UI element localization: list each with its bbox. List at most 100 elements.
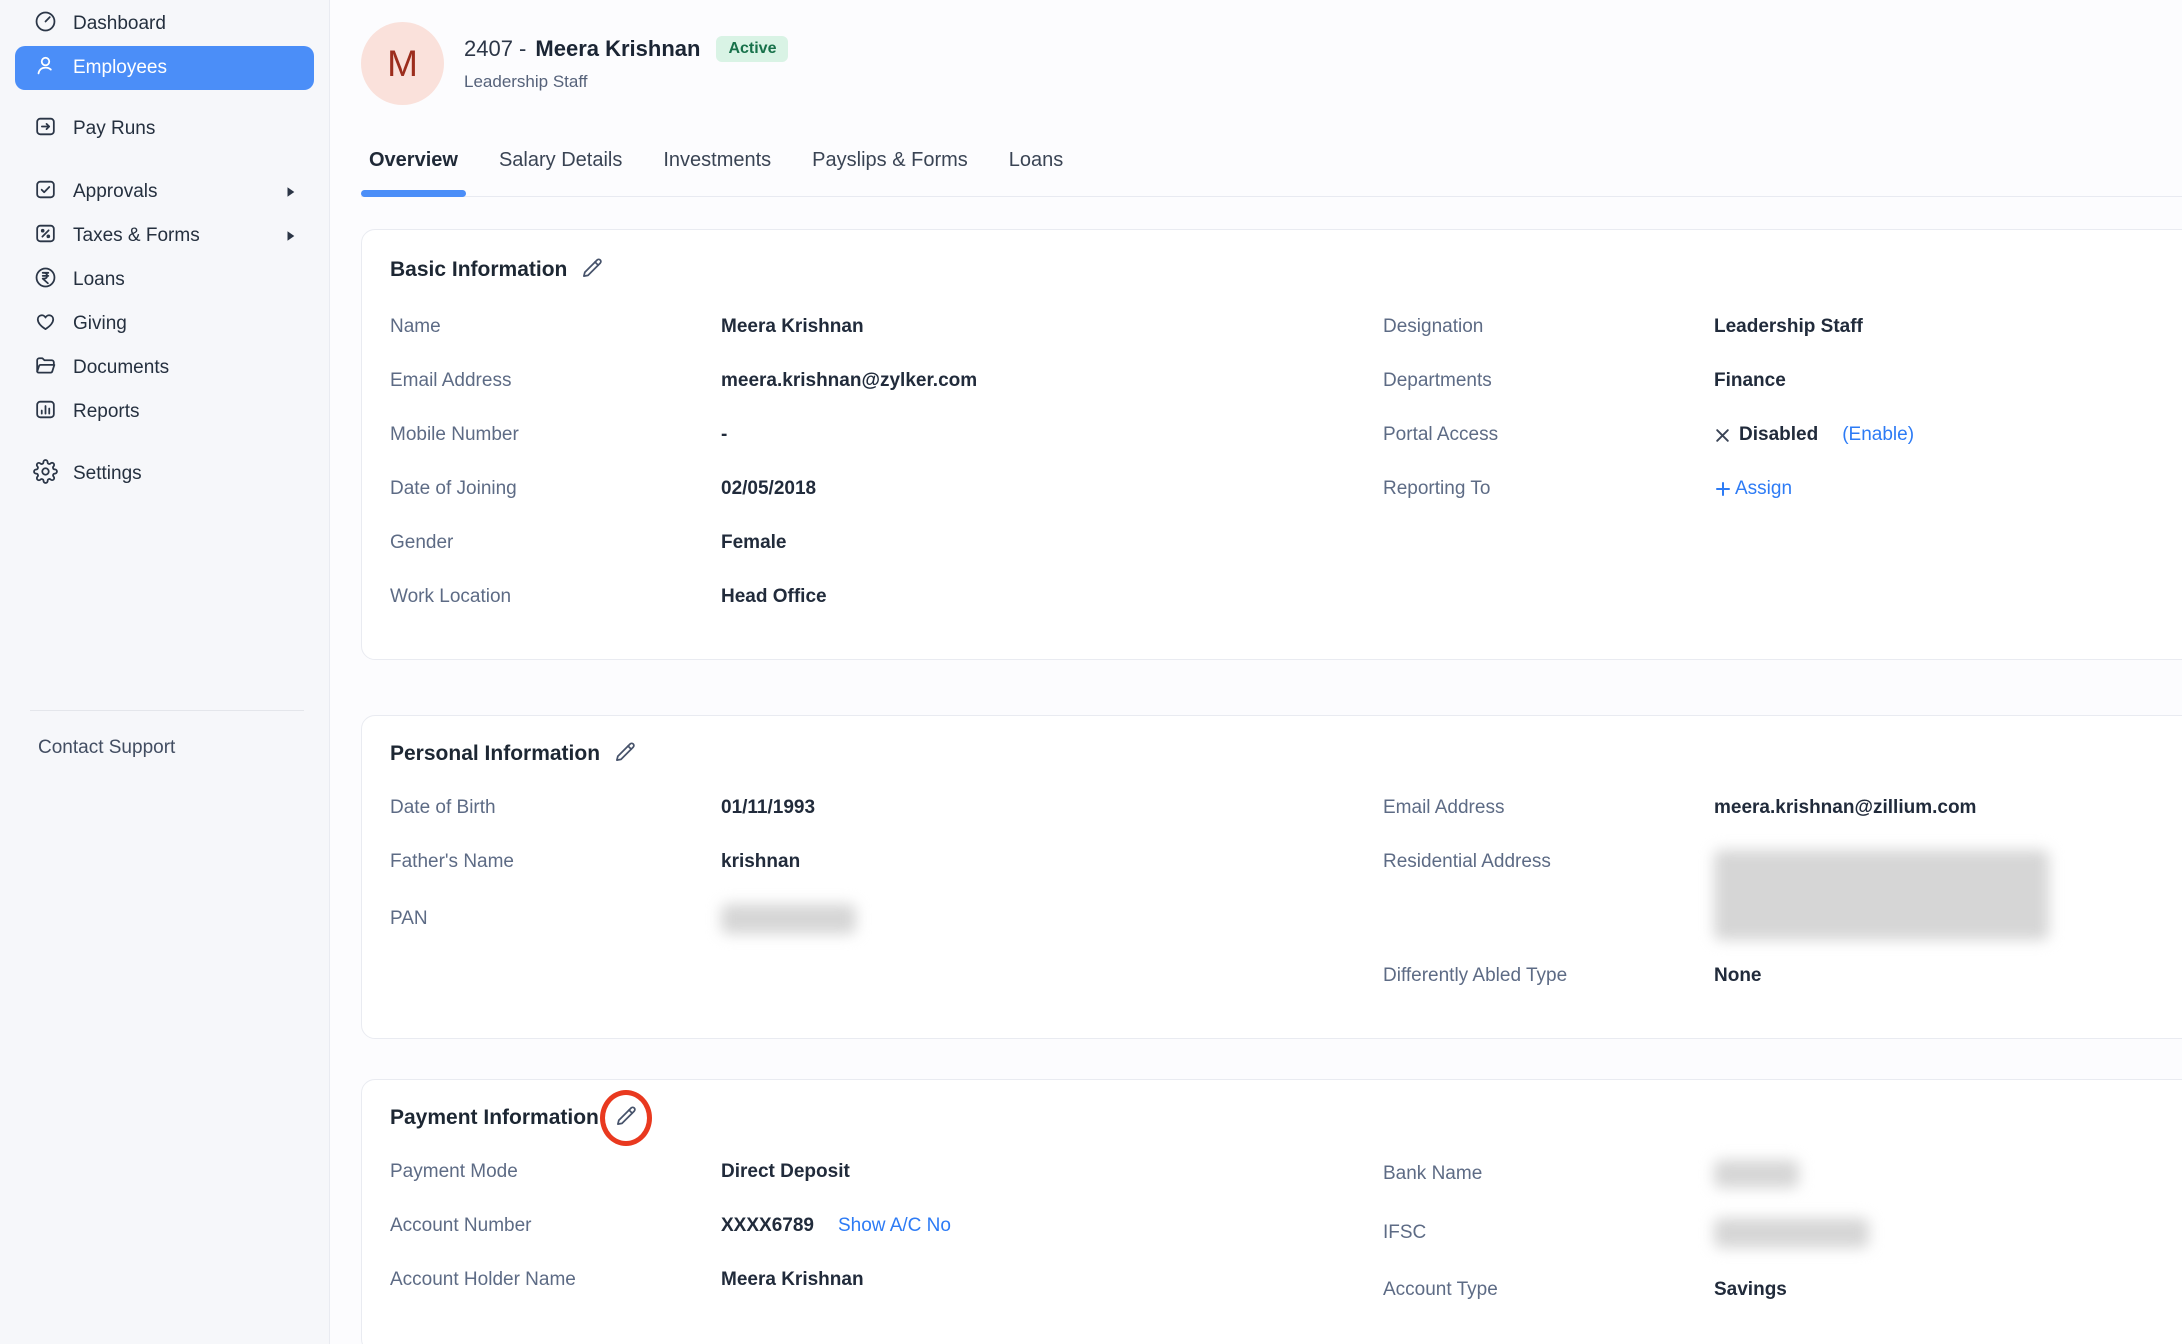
field-row-name: Name Meera Krishnan — [390, 315, 1383, 339]
giving-icon — [33, 309, 58, 340]
documents-icon — [33, 353, 58, 384]
field-value-date-of-joining: 02/05/2018 — [721, 477, 816, 501]
field-label: IFSC — [1383, 1221, 1714, 1245]
field-row-differently-abled: Differently Abled Type None — [1383, 964, 2182, 988]
field-label: Departments — [1383, 369, 1714, 393]
field-value-departments: Finance — [1714, 369, 1786, 393]
card-title: Personal Information — [390, 742, 600, 766]
employees-icon — [33, 53, 58, 84]
field-row-email: Email Address meera.krishnan@zylker.com — [390, 369, 1383, 393]
sidebar-item-dashboard[interactable]: Dashboard — [15, 2, 314, 46]
field-label: Differently Abled Type — [1383, 964, 1714, 988]
sidebar-item-label: Reports — [73, 401, 140, 423]
field-label: Designation — [1383, 315, 1714, 339]
sidebar-item-taxes-forms[interactable]: Taxes & Forms — [15, 214, 314, 258]
field-row-designation: Designation Leadership Staff — [1383, 315, 2182, 339]
field-label: Email Address — [390, 369, 721, 393]
field-value-gender: Female — [721, 531, 786, 555]
tab-salary-details[interactable]: Salary Details — [491, 149, 630, 196]
show-account-number-link[interactable]: Show A/C No — [838, 1214, 951, 1238]
tab-investments[interactable]: Investments — [655, 149, 779, 196]
edit-basic-information-button[interactable] — [579, 257, 605, 283]
sidebar-item-giving[interactable]: Giving — [15, 302, 314, 346]
field-value-name: Meera Krishnan — [721, 315, 864, 339]
edit-payment-information-button[interactable] — [613, 1105, 639, 1131]
field-label: Gender — [390, 531, 721, 555]
sidebar-item-employees[interactable]: Employees — [15, 46, 314, 90]
redacted-bank-name-value — [1714, 1160, 1799, 1188]
field-value-date-of-birth: 01/11/1993 — [721, 796, 815, 820]
contact-support-link[interactable]: Contact Support — [15, 737, 314, 759]
field-label: PAN — [390, 907, 721, 931]
field-value-fathers-name: krishnan — [721, 850, 800, 874]
field-label: Date of Birth — [390, 796, 721, 820]
field-row-account-type: Account Type Savings — [1383, 1278, 2182, 1302]
card-title: Basic Information — [390, 258, 567, 282]
field-label: Name — [390, 315, 721, 339]
field-row-gender: Gender Female — [390, 531, 1383, 555]
settings-icon — [33, 459, 58, 490]
assign-reporting-to-link[interactable]: Assign — [1735, 477, 1792, 501]
field-row-reporting-to: Reporting To Assign — [1383, 477, 2182, 501]
sidebar-item-loans[interactable]: Loans — [15, 258, 314, 302]
field-value-portal-access: Disabled (Enable) — [1714, 423, 1914, 447]
plus-icon — [1714, 480, 1732, 498]
avatar: M — [361, 22, 444, 105]
field-value-payment-mode: Direct Deposit — [721, 1160, 850, 1184]
sidebar-item-label: Employees — [73, 57, 167, 79]
enable-portal-access-link[interactable]: (Enable) — [1842, 423, 1914, 447]
employee-header: M 2407 - Meera Krishnan Active Leadershi… — [361, 22, 2182, 105]
sidebar-item-settings[interactable]: Settings — [15, 452, 314, 496]
field-label: Reporting To — [1383, 477, 1714, 501]
portal-access-status: Disabled — [1739, 423, 1818, 447]
personal-information-card: Personal Information Date of Birth 01/11… — [361, 715, 2182, 1039]
field-row-mobile: Mobile Number - — [390, 423, 1383, 447]
sidebar-item-reports[interactable]: Reports — [15, 390, 314, 434]
field-value-email: meera.krishnan@zylker.com — [721, 369, 977, 393]
sidebar-item-label: Approvals — [73, 181, 158, 203]
field-label: Portal Access — [1383, 423, 1714, 447]
card-title: Payment Information — [390, 1106, 599, 1130]
tab-payslips-forms[interactable]: Payslips & Forms — [804, 149, 976, 196]
taxes-forms-icon — [33, 221, 58, 252]
sidebar-item-label: Documents — [73, 357, 169, 379]
field-row-departments: Departments Finance — [1383, 369, 2182, 393]
approvals-icon — [33, 177, 58, 208]
reports-icon — [33, 397, 58, 428]
edit-pencil-icon — [613, 1103, 639, 1134]
sidebar-divider — [30, 710, 304, 711]
field-label: Account Type — [1383, 1278, 1714, 1302]
dashboard-icon — [33, 9, 58, 40]
employee-name: Meera Krishnan — [535, 36, 700, 62]
basic-information-card: Basic Information Name Meera Krishnan Em… — [361, 229, 2182, 660]
field-row-residential-address: Residential Address — [1383, 850, 2182, 940]
pay-runs-icon — [33, 114, 58, 145]
field-label: Payment Mode — [390, 1160, 721, 1184]
field-row-portal-access: Portal Access Disabled (Enable) — [1383, 423, 2182, 447]
field-row-ifsc: IFSC — [1383, 1218, 2182, 1248]
sidebar-item-approvals[interactable]: Approvals — [15, 170, 314, 214]
field-row-work-location: Work Location Head Office — [390, 585, 1383, 609]
field-label: Residential Address — [1383, 850, 1714, 874]
sidebar-item-documents[interactable]: Documents — [15, 346, 314, 390]
field-label: Account Holder Name — [390, 1268, 721, 1292]
app-root: Dashboard Employees Pay Runs Approvals — [0, 0, 2182, 1344]
field-value-differently-abled: None — [1714, 964, 1762, 988]
field-value-designation: Leadership Staff — [1714, 315, 1863, 339]
sidebar-item-pay-runs[interactable]: Pay Runs — [15, 107, 314, 151]
sidebar-item-label: Loans — [73, 269, 125, 291]
field-value-account-type: Savings — [1714, 1278, 1787, 1302]
disabled-cross-icon — [1714, 427, 1731, 444]
sidebar: Dashboard Employees Pay Runs Approvals — [0, 0, 330, 1344]
sidebar-item-label: Giving — [73, 313, 127, 335]
sidebar-item-label: Pay Runs — [73, 118, 155, 140]
active-tab-underline — [361, 190, 466, 197]
tab-overview[interactable]: Overview — [361, 149, 466, 196]
field-value-account-holder-name: Meera Krishnan — [721, 1268, 864, 1292]
field-value-personal-email: meera.krishnan@zillium.com — [1714, 796, 1976, 820]
sidebar-item-label: Dashboard — [73, 13, 166, 35]
edit-personal-information-button[interactable] — [612, 741, 638, 767]
tab-loans[interactable]: Loans — [1001, 149, 1072, 196]
field-label: Date of Joining — [390, 477, 721, 501]
field-row-date-of-birth: Date of Birth 01/11/1993 — [390, 796, 1383, 820]
